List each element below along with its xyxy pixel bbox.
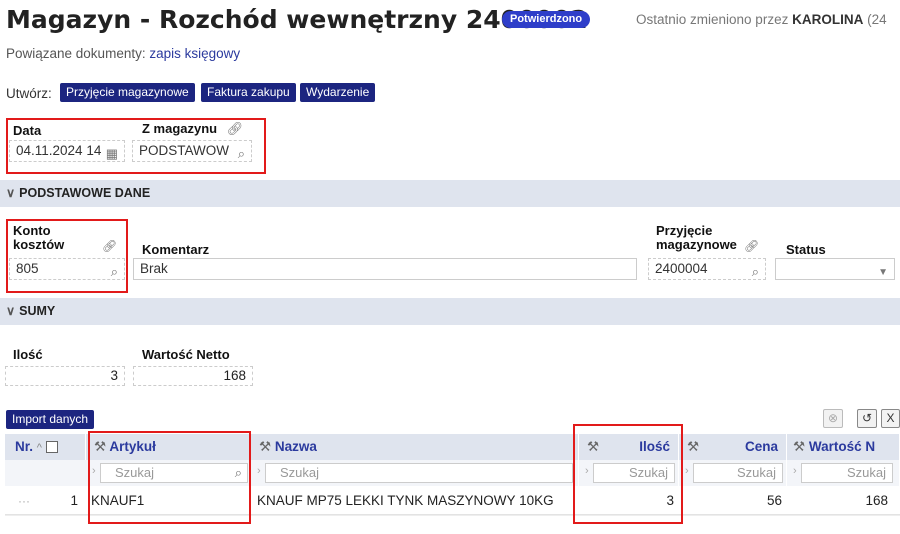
link-icon[interactable]: 🔗︎ [227,121,244,136]
section-basic-data[interactable]: ∨ PODSTAWOWE DANE [0,180,900,207]
calendar-icon[interactable]: ▦ [106,144,118,161]
search-icon[interactable]: ⌕ [238,144,245,161]
filter-net-value-input[interactable]: Szukaj [801,463,893,483]
status-badge: Potwierdzono [502,11,591,28]
link-icon[interactable]: 🔗︎ [744,239,759,253]
cell-nr: 1 [70,493,78,508]
dropdown-arrow-icon[interactable]: ▼ [878,263,888,279]
import-data-button[interactable]: Import danych [6,410,95,429]
select-all-checkbox[interactable] [45,441,58,454]
status-select[interactable]: ▼ [775,258,895,280]
excel-icon[interactable]: X [881,409,900,428]
chevron-right-icon: › [793,465,797,477]
link-icon[interactable]: 🔗︎ [102,239,117,253]
wrench-icon: ⚒︎ [259,439,272,454]
last-modified-info: Ostatnio zmieniono przez KAROLINA (24 [636,12,887,27]
date-label: Data [13,123,42,138]
warehouse-field[interactable]: PODSTAWOW ⌕ [132,140,252,162]
search-icon[interactable]: ⌕ [111,262,118,279]
chevron-down-icon[interactable]: ∨ [6,304,15,318]
chevron-right-icon: › [257,465,261,477]
warehouse-receipt-label: Przyjęcie magazynowe [656,223,737,252]
section-sums[interactable]: ∨ SUMY [0,298,900,325]
create-purchase-invoice-button[interactable]: Faktura zakupu [201,83,296,102]
cell-price[interactable]: 56 [684,487,782,515]
sum-net-label: Wartość Netto [142,347,230,362]
sum-quantity-label: Ilość [13,347,43,362]
create-warehouse-receipt-button[interactable]: Przyjęcie magazynowe [60,83,195,102]
search-icon[interactable]: ⌕ [752,262,759,279]
comment-label: Komentarz [142,242,210,257]
chevron-down-icon[interactable]: ∨ [6,186,15,200]
modified-user: KAROLINA [792,12,864,27]
clear-icon[interactable]: ⊗ [823,409,843,428]
highlight-article-column [88,431,251,524]
related-document-link[interactable]: zapis księgowy [149,46,240,61]
warehouse-label: Z magazynu 🔗︎ [142,121,244,136]
sum-quantity-value: 3 [5,366,125,386]
page-title: Magazyn - Rozchód wewnętrzny 2400002 [6,5,588,34]
status-label: Status [786,242,826,257]
filter-name-input[interactable]: Szukaj [265,463,573,483]
comment-field[interactable]: Brak [133,258,637,280]
create-label: Utwórz: [6,86,52,101]
column-header-nr[interactable]: Nr. ^ [5,434,86,460]
wrench-icon: ⚒︎ [793,439,806,454]
cell-name[interactable]: KNAUF MP75 LEKKI TYNK MASZYNOWY 10KG [257,487,554,515]
cell-net-value[interactable]: 168 [790,487,888,515]
related-documents: Powiązane dokumenty: zapis księgowy [6,46,241,61]
date-field[interactable]: 04.11.2024 14 ▦ [9,140,125,162]
filter-cell-price: › Szukaj [679,460,787,486]
create-event-button[interactable]: Wydarzenie [300,83,376,102]
column-header-name[interactable]: ⚒︎ Nazwa [251,434,579,460]
wrench-icon: ⚒︎ [687,439,700,454]
column-header-net-value[interactable]: ⚒︎ Wartość N [787,434,900,460]
sum-net-value: 168 [133,366,253,386]
chevron-right-icon: › [685,465,689,477]
warehouse-receipt-field[interactable]: 2400004 ⌕ [648,258,766,280]
reset-icon[interactable]: ↺ [857,409,877,428]
filter-cell-net-value: › Szukaj [787,460,900,486]
filter-price-input[interactable]: Szukaj [693,463,783,483]
column-header-price[interactable]: ⚒︎ Cena [679,434,787,460]
sort-icon[interactable]: ^ [37,442,42,454]
cost-account-field[interactable]: 805 ⌕ [9,258,125,280]
highlight-quantity-column [573,424,683,524]
row-menu-icon[interactable]: ··· [18,487,30,515]
cost-account-label: Konto kosztów [13,223,65,252]
filter-cell-name: › Szukaj [251,460,579,486]
